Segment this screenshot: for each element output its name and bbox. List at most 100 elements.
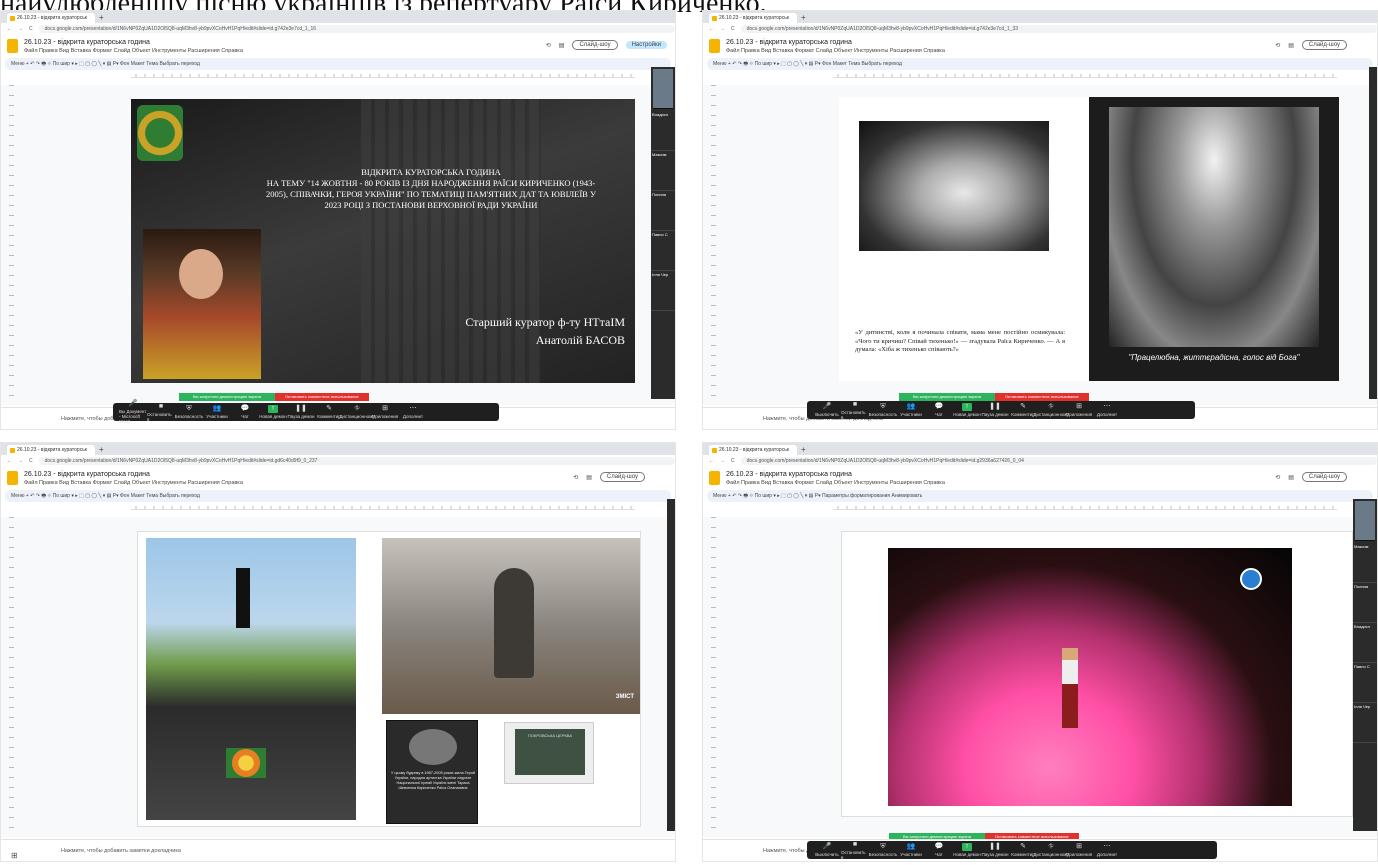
speaker-notes[interactable]: Нажмите, чтобы добавить заметки докладчи…: [1, 839, 675, 861]
remote-control-icon[interactable]: ⛗: [1048, 843, 1054, 851]
back-icon[interactable]: ←: [7, 26, 12, 32]
zoom-item-pause[interactable]: Пауза демон: [288, 414, 315, 419]
zoom-item-stop-video[interactable]: Остановить в: [841, 410, 869, 420]
url-field[interactable]: docs.google.com/presentation/d/1N6vNP0Zq…: [740, 24, 1377, 33]
new-share-icon[interactable]: ↑: [268, 405, 278, 413]
video-icon[interactable]: ■: [159, 403, 163, 411]
zoom-item-apps[interactable]: Приложения: [372, 414, 398, 419]
zoom-item-security[interactable]: Безопасность: [175, 414, 204, 419]
history-icon[interactable]: ⟲: [546, 42, 551, 49]
doc-title[interactable]: 26.10.23 - відкрита кураторська година: [726, 39, 945, 46]
zoom-item-remote[interactable]: Дистанционному: [339, 414, 374, 419]
zoom-item-chat[interactable]: Чат: [241, 414, 248, 419]
microphone-icon[interactable]: 🎤: [823, 403, 832, 411]
apps-icon[interactable]: ⊞: [1076, 843, 1082, 851]
url-field[interactable]: docs.google.com/presentation/d/1N6vNP0Zq…: [740, 456, 1377, 465]
annotate-icon[interactable]: ✎: [1020, 403, 1026, 411]
zoom-item-apps[interactable]: Приложения: [1066, 412, 1092, 417]
grid-view-icon[interactable]: ⊞: [11, 851, 23, 861]
microphone-icon[interactable]: 🎤: [129, 400, 138, 408]
reload-icon[interactable]: C: [731, 26, 735, 32]
forward-icon[interactable]: →: [720, 458, 725, 464]
browser-tab[interactable]: 26.10.23 - відкрита кураторськ: [7, 13, 95, 23]
url-field[interactable]: docs.google.com/presentation/d/1N6vNP0Zq…: [38, 456, 675, 465]
menu-bar[interactable]: Файл Правка Вид Вставка Формат Слайд Объ…: [726, 480, 945, 486]
more-icon[interactable]: ⋯: [1104, 403, 1111, 411]
back-icon[interactable]: ←: [7, 458, 12, 464]
pause-icon[interactable]: ❚❚: [989, 843, 1001, 851]
memorial-slide[interactable]: ЗМІСТ У цьому будинку в 1987-2005 роках …: [137, 531, 641, 827]
slides-logo-icon[interactable]: [709, 39, 720, 53]
zoom-item-security[interactable]: Безопасность: [869, 412, 898, 417]
zoom-item-pause[interactable]: Пауза демон: [982, 412, 1009, 417]
zoom-item-security[interactable]: Безопасность: [869, 852, 898, 857]
back-icon[interactable]: ←: [709, 458, 714, 464]
zoom-item-participants[interactable]: Участники: [900, 852, 922, 857]
zoom-item-pause[interactable]: Пауза демон: [982, 852, 1009, 857]
remote-control-icon[interactable]: ⛗: [354, 405, 360, 413]
comments-icon[interactable]: ▤: [586, 474, 592, 481]
zoom-item-participants[interactable]: Участники: [206, 414, 228, 419]
video-icon[interactable]: ■: [853, 401, 857, 409]
zoom-item-apps[interactable]: Приложения: [1066, 852, 1092, 857]
zoom-item-annotate[interactable]: Комментир: [317, 414, 340, 419]
forward-icon[interactable]: →: [720, 26, 725, 32]
concert-video[interactable]: [888, 548, 1292, 806]
doc-title[interactable]: 26.10.23 - відкрита кураторська година: [24, 39, 243, 46]
doc-title[interactable]: 26.10.23 - відкрита кураторська година: [24, 471, 243, 478]
zoom-item-mute[interactable]: Выключить: [815, 852, 838, 857]
zoom-item-mute[interactable]: Выключить: [815, 412, 838, 417]
zoom-item-chat[interactable]: Чат: [935, 852, 942, 857]
apps-icon[interactable]: ⊞: [1076, 403, 1082, 411]
zoom-item-new-share[interactable]: Новая демон: [259, 414, 287, 419]
comments-icon[interactable]: ▤: [1288, 42, 1294, 49]
video-slide[interactable]: [841, 531, 1353, 817]
comments-icon[interactable]: ▤: [559, 42, 565, 49]
reload-icon[interactable]: C: [29, 458, 33, 464]
history-icon[interactable]: ⟲: [1275, 474, 1280, 481]
new-tab-button[interactable]: +: [99, 445, 104, 455]
doc-title[interactable]: 26.10.23 - відкрита кураторська година: [726, 471, 945, 478]
zoom-item-chat[interactable]: Чат: [935, 412, 942, 417]
menu-bar[interactable]: Файл Правка Вид Вставка Формат Слайд Объ…: [24, 48, 243, 54]
browser-tab[interactable]: 26.10.23 - відкрита кураторськ: [709, 13, 797, 23]
forward-icon[interactable]: →: [18, 26, 23, 32]
slideshow-button[interactable]: Слайд-шоу: [572, 40, 618, 50]
zoom-item-more[interactable]: Дополнит: [403, 414, 423, 419]
stop-share-button[interactable]: Остановить совместное использование: [994, 393, 1089, 401]
toolbar[interactable]: Меню + ↶ ↷ 🖶 ⌖ По шир ▾ ▸ ⬚ ▢ ◯ ╲ ▾ ▤ P▾…: [5, 490, 671, 502]
zoom-item-annotate[interactable]: Комментир: [1011, 852, 1034, 857]
participants-icon[interactable]: 👥: [213, 405, 222, 413]
reload-icon[interactable]: C: [29, 26, 33, 32]
annotate-icon[interactable]: ✎: [1020, 843, 1026, 851]
new-tab-button[interactable]: +: [801, 13, 806, 23]
participants-icon[interactable]: 👥: [907, 843, 916, 851]
url-field[interactable]: docs.google.com/presentation/d/1N6vNP0Zq…: [38, 24, 675, 33]
browser-tab[interactable]: 26.10.23 - відкрита кураторськ: [709, 445, 797, 455]
zoom-item-stop-video[interactable]: Остановить в: [147, 412, 175, 422]
forward-icon[interactable]: →: [18, 458, 23, 464]
pause-icon[interactable]: ❚❚: [295, 405, 307, 413]
history-icon[interactable]: ⟲: [573, 474, 578, 481]
menu-bar[interactable]: Файл Правка Вид Вставка Формат Слайд Объ…: [726, 48, 945, 54]
remote-control-icon[interactable]: ⛗: [1048, 403, 1054, 411]
slides-logo-icon[interactable]: [7, 471, 18, 485]
new-share-icon[interactable]: ↑: [962, 403, 972, 411]
slides-logo-icon[interactable]: [709, 471, 720, 485]
slides-logo-icon[interactable]: [7, 39, 18, 53]
zoom-item-more[interactable]: Дополнит: [1097, 412, 1117, 417]
portrait-slide[interactable]: «У дитинстві, коли я починала співати, м…: [839, 97, 1339, 381]
zoom-item-annotate[interactable]: Комментир: [1011, 412, 1034, 417]
chat-icon[interactable]: 💬: [935, 403, 944, 411]
chat-icon[interactable]: 💬: [935, 843, 944, 851]
video-icon[interactable]: ■: [853, 841, 857, 849]
zoom-item-new-share[interactable]: Новая демон: [953, 412, 981, 417]
stop-share-button[interactable]: Остановить совместное использование: [274, 393, 369, 401]
microphone-icon[interactable]: 🎤: [823, 843, 832, 851]
toolbar[interactable]: Меню + ↶ ↷ 🖶 ⌖ По шир ▾ ▸ ⬚ ▢ ◯ ╲ ▾ ▤ P▾…: [707, 490, 1373, 502]
share-button[interactable]: Настройки: [625, 41, 667, 49]
slideshow-button[interactable]: Слайд-шоу: [1301, 40, 1347, 50]
comments-icon[interactable]: ▤: [1288, 474, 1294, 481]
new-tab-button[interactable]: +: [99, 13, 104, 23]
security-icon[interactable]: ⛨: [880, 403, 885, 411]
